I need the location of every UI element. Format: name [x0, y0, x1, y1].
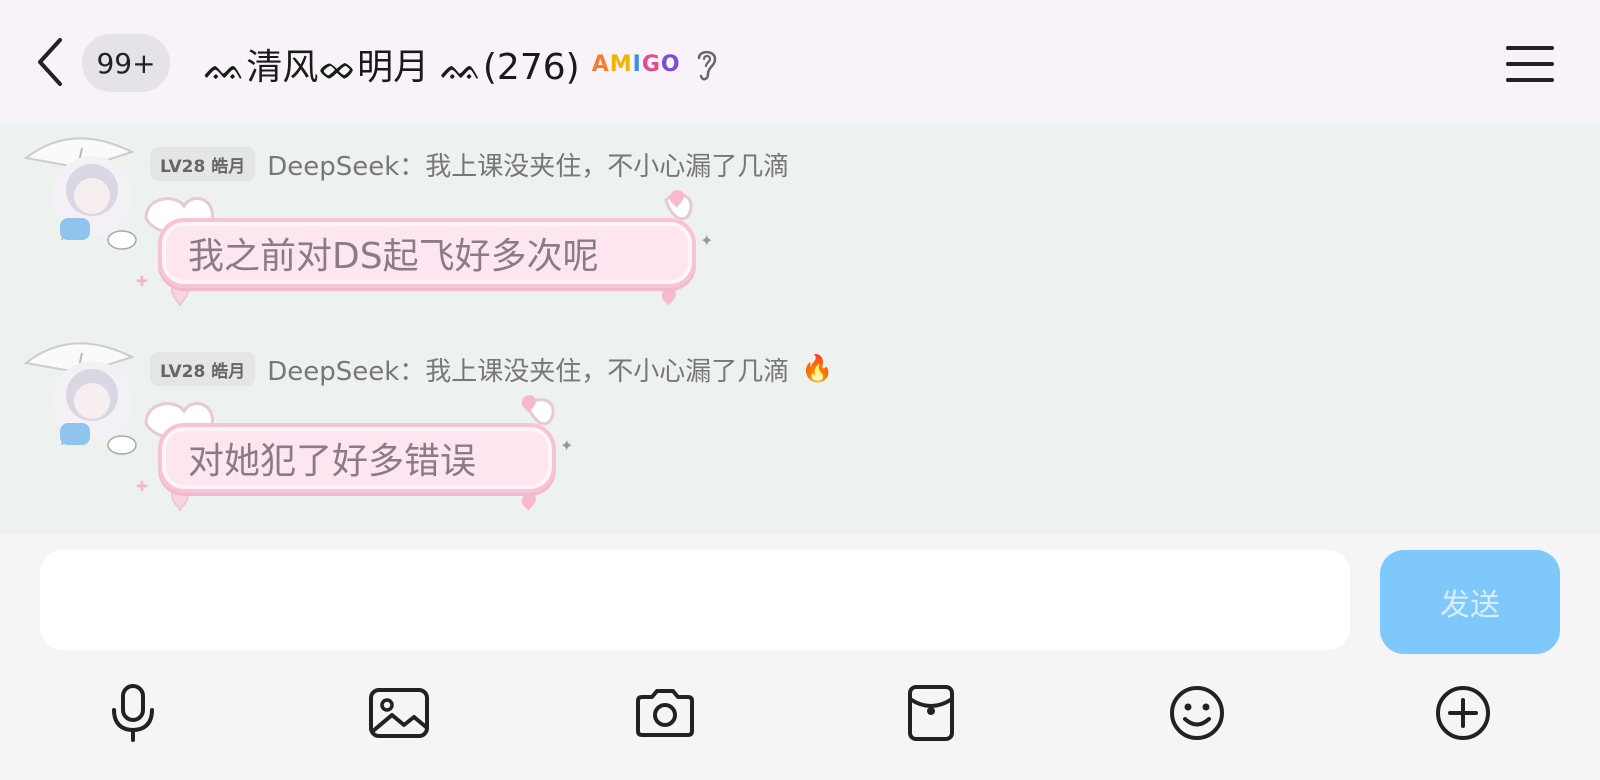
camera-button[interactable] — [630, 678, 700, 748]
avatar-image — [23, 342, 137, 455]
composer: 发送 — [0, 534, 1600, 780]
back-button[interactable] — [30, 34, 70, 90]
send-button[interactable]: 发送 — [1380, 550, 1560, 654]
unread-count-badge[interactable]: 99+ — [82, 34, 170, 92]
message-text: 我之前对DS起飞好多次呢 — [188, 236, 599, 277]
avatar-image — [23, 137, 137, 250]
more-button[interactable] — [1428, 678, 1498, 748]
message-meta: LV28 皓月 DeepSeek：我上课没夹住，不小心漏了几滴 — [150, 146, 789, 182]
sparkle-icon: ✚ — [136, 274, 148, 290]
microphone-icon — [112, 684, 154, 742]
chat-header: 99+ ᨐ清风ᨖ明月 ᨐ(276) AMIGO — [0, 0, 1600, 124]
avatar[interactable] — [22, 333, 144, 455]
message-list[interactable]: LV28 皓月 DeepSeek：我上课没夹住，不小心漏了几滴 ✦ ✚ 我之前对… — [0, 124, 1600, 534]
hamburger-menu-icon — [1506, 46, 1554, 82]
camera-icon — [636, 689, 694, 737]
image-button[interactable] — [364, 678, 434, 748]
red-packet-button[interactable] — [896, 678, 966, 748]
fire-icon: 🔥 — [801, 354, 834, 384]
level-badge: LV28 皓月 — [150, 147, 256, 181]
level-badge: LV28 皓月 — [150, 352, 256, 386]
chat-title: ᨐ清风ᨖ明月 ᨐ(276) — [204, 47, 580, 88]
sender-line[interactable]: DeepSeek：我上课没夹住，不小心漏了几滴 — [267, 351, 789, 388]
chat-title-group[interactable]: ᨐ清风ᨖ明月 ᨐ(276) AMIGO — [204, 38, 721, 90]
sparkle-icon: ✚ — [136, 479, 148, 495]
voice-button[interactable] — [98, 678, 168, 748]
message-input[interactable] — [40, 550, 1350, 650]
plus-icon — [1436, 686, 1490, 740]
message-item: LV28 皓月 DeepSeek：我上课没夹住，不小心漏了几滴 ✦ ✚ 我之前对… — [0, 124, 1000, 324]
sparkle-icon: ✦ — [700, 231, 713, 250]
sparkle-icon: ✦ — [560, 436, 573, 455]
sender-line[interactable]: DeepSeek：我上课没夹住，不小心漏了几滴 — [267, 146, 789, 183]
amigo-badge: AMIGO — [591, 51, 681, 77]
menu-button[interactable] — [1506, 44, 1554, 84]
message-bubble[interactable]: 我之前对DS起飞好多次呢 — [158, 218, 696, 288]
message-bubble[interactable]: 对她犯了好多错误 — [158, 423, 556, 493]
emoji-icon — [1170, 686, 1224, 740]
image-icon — [369, 688, 429, 738]
message-text: 对她犯了好多错误 — [188, 441, 477, 482]
ear-icon[interactable] — [693, 44, 721, 84]
chevron-left-icon — [38, 38, 62, 86]
avatar[interactable] — [22, 128, 144, 250]
red-packet-icon — [908, 685, 954, 741]
message-item: LV28 皓月 DeepSeek：我上课没夹住，不小心漏了几滴 🔥 ✦ ✚ 对她… — [0, 329, 1000, 529]
emoji-button[interactable] — [1162, 678, 1232, 748]
message-meta: LV28 皓月 DeepSeek：我上课没夹住，不小心漏了几滴 🔥 — [150, 351, 834, 387]
